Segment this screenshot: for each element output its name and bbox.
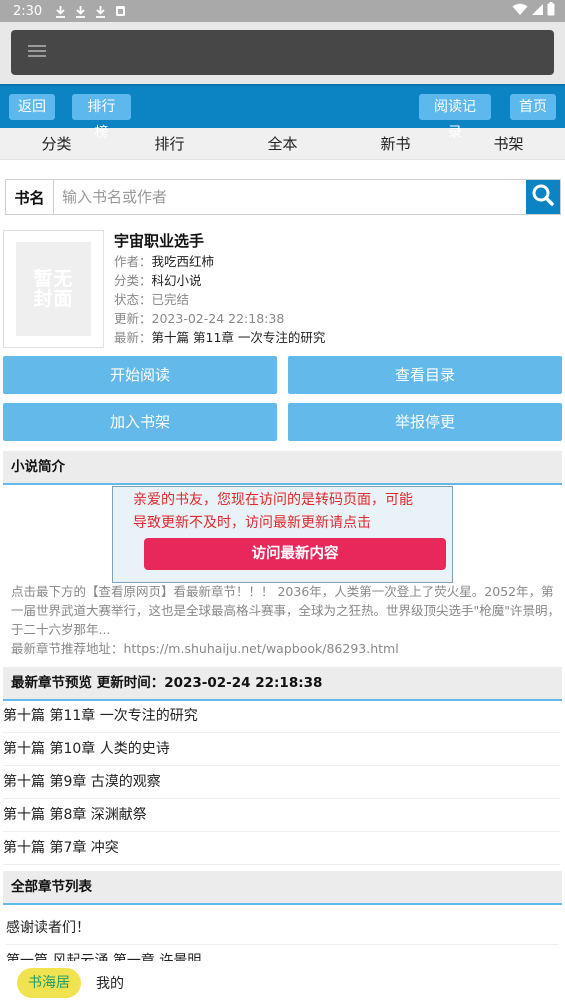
menu-icon[interactable] xyxy=(28,43,46,62)
category-link[interactable]: 科幻小说 xyxy=(152,273,202,288)
bottom-tab-bar: 书海居 我的 xyxy=(0,961,565,1004)
cover-text: 封面 xyxy=(33,288,74,310)
intro-section-header: 小说简介 xyxy=(3,451,562,485)
view-toc-button[interactable]: 查看目录 xyxy=(288,356,562,394)
report-button[interactable]: 举报停更 xyxy=(288,403,562,441)
category-tabs: 分类 排行 全本 新书 书架 xyxy=(0,128,565,160)
notice-text: 亲爱的书友，您现在访问的是转码页面，可能 导致更新不及时，访问最新更新请点击 xyxy=(113,487,452,535)
latest-chapter-link[interactable]: 第十篇 第11章 一次专注的研究 xyxy=(152,330,326,345)
recommend-link[interactable]: 最新章节推荐地址：https://m.shuhaiju.net/wapbook/… xyxy=(11,639,561,658)
sim-icon xyxy=(115,5,126,17)
status-value: 已完结 xyxy=(151,292,190,307)
book-details: 宇宙职业选手 作者：我吃西红柿 分类：科幻小说 状态：已完结 更新：2023-0… xyxy=(114,230,325,348)
transcode-notice: 亲爱的书友，您现在访问的是转码页面，可能 导致更新不及时，访问最新更新请点击 访… xyxy=(112,486,453,583)
tab-complete[interactable]: 全本 xyxy=(226,133,339,154)
back-button[interactable]: 返回 xyxy=(9,94,55,120)
latest-label: 最新： xyxy=(114,330,152,345)
start-reading-button[interactable]: 开始阅读 xyxy=(3,356,277,394)
home-button[interactable]: 首页 xyxy=(510,94,556,120)
tab-new-books[interactable]: 新书 xyxy=(339,133,452,154)
top-nav: 返回 排行榜 阅读记录 首页 xyxy=(0,84,565,141)
search-bar: 书名 xyxy=(5,179,561,215)
tab-bookshelf[interactable]: 书架 xyxy=(452,133,565,154)
wifi-icon xyxy=(512,3,528,20)
tab-ranking[interactable]: 排行 xyxy=(113,133,226,154)
book-title: 宇宙职业选手 xyxy=(114,232,205,250)
book-latest-row: 最新：第十篇 第11章 一次专注的研究 xyxy=(114,328,325,347)
visit-latest-button[interactable]: 访问最新内容 xyxy=(144,538,446,570)
status-bar: 2:30 xyxy=(0,0,565,22)
book-category-row: 分类：科幻小说 xyxy=(114,271,325,290)
chapter-link[interactable]: 第十篇 第10章 人类的史诗 xyxy=(3,733,560,766)
author-label: 作者： xyxy=(114,254,152,269)
latest-chapters-header: 最新章节预览 更新时间：2023-02-24 22:18:38 xyxy=(3,667,562,701)
action-buttons: 开始阅读 查看目录 加入书架 举报停更 xyxy=(3,356,562,441)
add-to-shelf-button[interactable]: 加入书架 xyxy=(3,403,277,441)
book-intro: 点击最下方的【查看原网页】看最新章节！！！ 2036年，人类第一次登上了荧火星。… xyxy=(11,582,561,658)
tab-home[interactable]: 书海居 xyxy=(17,967,81,998)
notice-line: 导致更新不及时，访问最新更新请点击 xyxy=(133,515,371,531)
download-icon xyxy=(55,5,66,18)
tab-me[interactable]: 我的 xyxy=(96,973,124,993)
intro-text: 点击最下方的【查看原网页】看最新章节！！！ 2036年，人类第一次登上了荧火星。… xyxy=(11,584,561,637)
chapter-link[interactable]: 第十篇 第8章 深渊献祭 xyxy=(3,799,560,832)
notice-line: 亲爱的书友，您现在访问的是转码页面，可能 xyxy=(133,492,413,508)
book-cover: 暂无 封面 xyxy=(3,230,104,348)
chapter-link[interactable]: 第十篇 第11章 一次专注的研究 xyxy=(3,700,560,733)
download-icon xyxy=(95,5,106,18)
status-time: 2:30 xyxy=(13,3,43,19)
book-updated-row: 更新：2023-02-24 22:18:38 xyxy=(114,309,325,328)
reading-history-button[interactable]: 阅读记录 xyxy=(419,94,491,141)
chapter-link[interactable]: 第十篇 第7章 冲突 xyxy=(3,832,560,865)
ranking-button[interactable]: 排行榜 xyxy=(72,94,131,141)
search-icon xyxy=(531,183,555,211)
book-status-row: 状态：已完结 xyxy=(114,290,325,309)
author-link[interactable]: 我吃西红柿 xyxy=(152,254,215,269)
status-label: 状态： xyxy=(114,292,152,307)
all-chapters-header: 全部章节列表 xyxy=(3,871,562,905)
search-label: 书名 xyxy=(6,180,54,214)
search-button[interactable] xyxy=(526,180,560,214)
download-icon xyxy=(75,5,86,18)
cover-text: 暂无 xyxy=(33,268,74,290)
chapter-link[interactable]: 第十篇 第9章 古漠的观察 xyxy=(3,766,560,799)
updated-label: 更新： xyxy=(114,311,152,326)
latest-chapter-list: 第十篇 第11章 一次专注的研究 第十篇 第10章 人类的史诗 第十篇 第9章 … xyxy=(3,700,560,865)
chapter-link[interactable]: 感谢读者们！ xyxy=(6,912,559,945)
browser-toolbar xyxy=(0,22,565,84)
signal-icon xyxy=(531,3,544,20)
updated-value: 2023-02-24 22:18:38 xyxy=(151,311,285,326)
book-info: 暂无 封面 宇宙职业选手 作者：我吃西红柿 分类：科幻小说 状态：已完结 更新：… xyxy=(3,230,565,348)
battery-icon xyxy=(547,2,555,20)
cover-placeholder: 暂无 封面 xyxy=(16,242,91,336)
book-author-row: 作者：我吃西红柿 xyxy=(114,252,325,271)
tab-category[interactable]: 分类 xyxy=(0,133,113,154)
search-input[interactable] xyxy=(54,180,526,214)
category-label: 分类： xyxy=(114,273,152,288)
address-bar[interactable] xyxy=(11,30,554,75)
